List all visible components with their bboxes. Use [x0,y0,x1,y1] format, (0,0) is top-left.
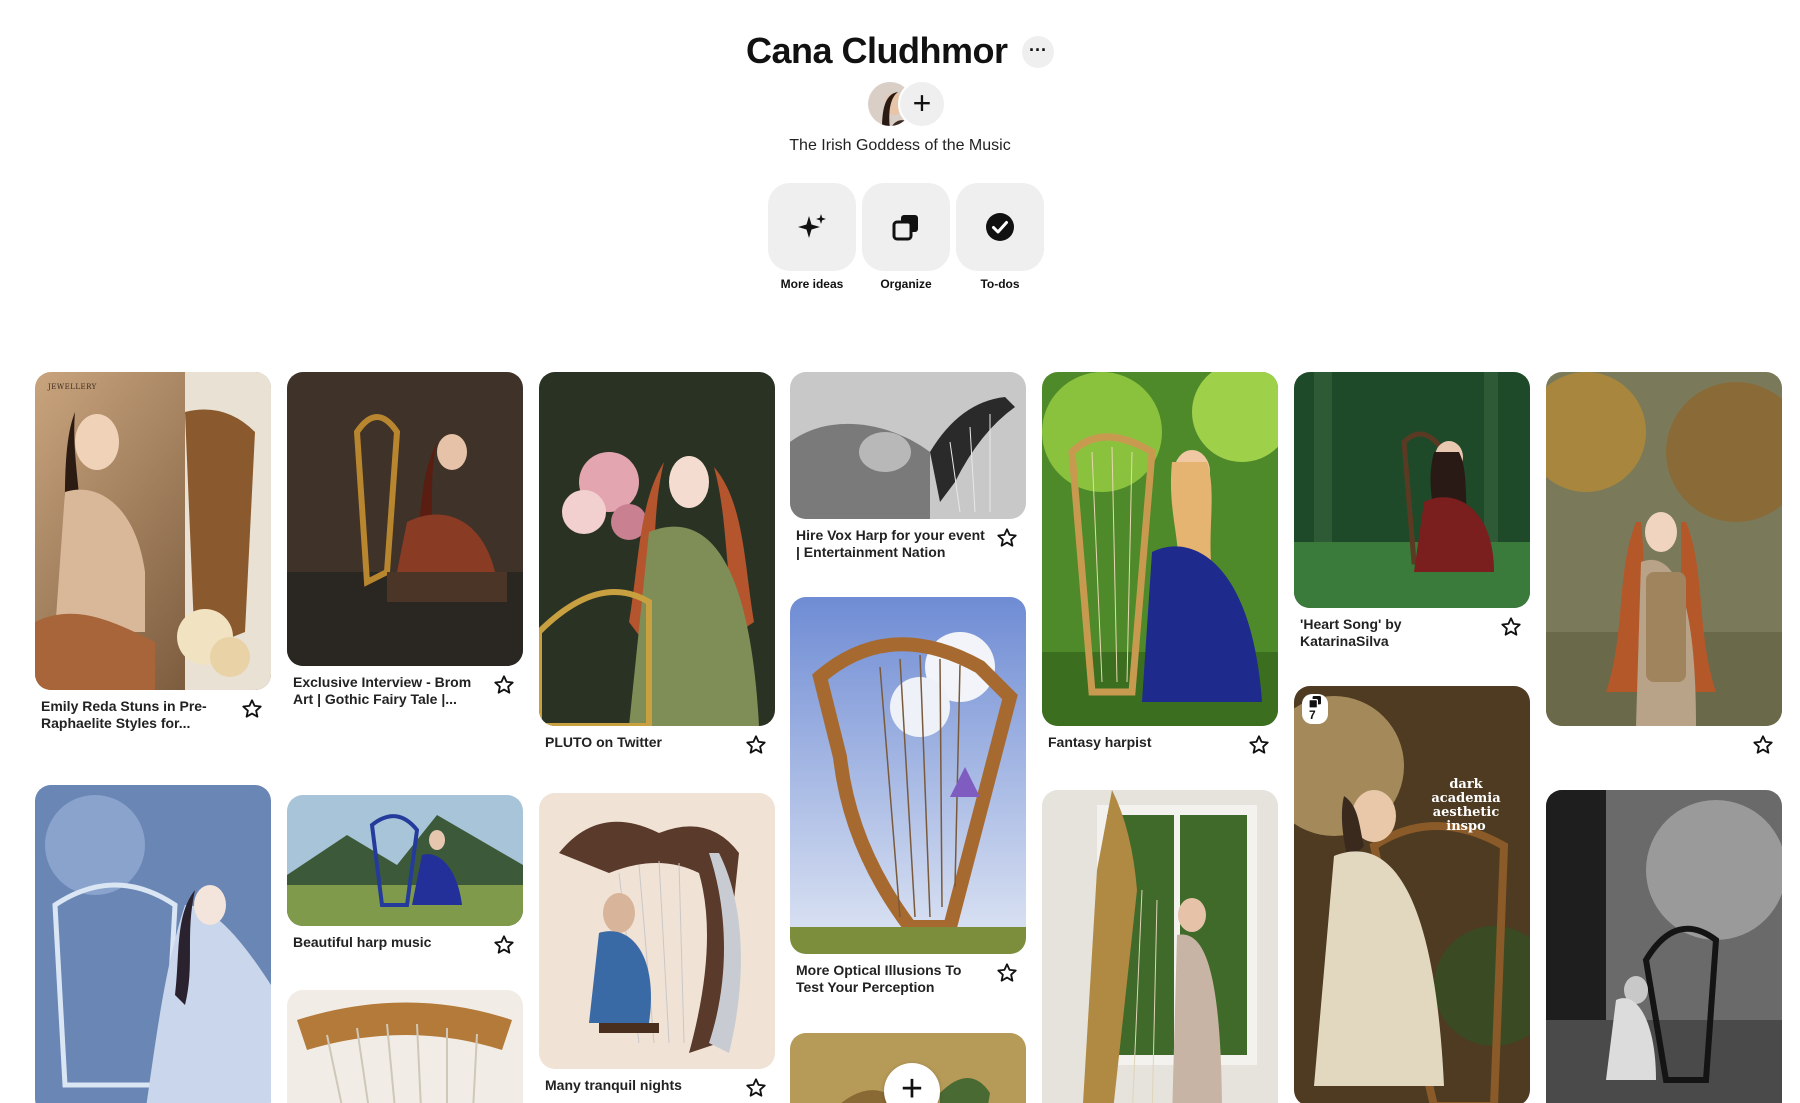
pin-image[interactable] [1042,372,1278,726]
pin-concert-harpist[interactable] [1042,790,1278,1103]
pin-meta [1546,726,1782,754]
pin-emily-reda[interactable]: Emily Reda Stuns in Pre-Raphaelite Style… [35,372,271,732]
pin-blue-fairy[interactable] [35,785,271,1103]
pin-image[interactable] [1294,372,1530,608]
pin-corner-text: JEWELLERY [48,383,97,391]
pin-autumn-harpist[interactable] [1546,372,1782,754]
pin-image[interactable] [790,372,1026,519]
star-icon[interactable] [1500,616,1522,638]
pin-meta: Many tranquil nights [539,1069,775,1097]
pin-tranquil-nights[interactable]: Many tranquil nights [539,793,775,1097]
pin-meta: More Optical Illusions To Test Your Perc… [790,954,1026,996]
pin-caption[interactable]: More Optical Illusions To Test Your Perc… [796,962,986,996]
pin-image[interactable] [287,372,523,666]
pin-overlay-text: dark academia aesthetic inspo [1431,777,1501,834]
pin-add-idea[interactable]: + [790,1033,1026,1103]
pin-image[interactable] [790,597,1026,954]
pin-golden-harp[interactable] [287,990,523,1103]
pin-image[interactable] [287,990,523,1103]
pin-meta: PLUTO on Twitter [539,726,775,754]
pin-meta: Fantasy harpist [1042,726,1278,754]
pin-beautiful-harp-music[interactable]: Beautiful harp music [287,795,523,954]
star-icon[interactable] [745,1077,767,1099]
pin-meta: 'Heart Song' by KatarinaSilva [1294,608,1530,650]
star-icon[interactable] [1248,734,1270,756]
pin-meta: Exclusive Interview - Brom Art | Gothic … [287,666,523,708]
star-icon[interactable] [745,734,767,756]
pin-bw-harp[interactable] [1546,790,1782,1103]
pin-caption[interactable]: PLUTO on Twitter [545,734,735,751]
pin-dark-academia[interactable]: 7 dark academia aesthetic inspo [1294,686,1530,1103]
pin-image[interactable]: + [790,1033,1026,1103]
star-icon[interactable] [493,934,515,956]
pin-pluto[interactable]: PLUTO on Twitter [539,372,775,754]
pin-grid: Emily Reda Stuns in Pre-Raphaelite Style… [0,0,1800,1103]
pin-meta: Hire Vox Harp for your event | Entertain… [790,519,1026,561]
pin-vox-harp[interactable]: Hire Vox Harp for your event | Entertain… [790,372,1026,561]
pin-fantasy-harpist[interactable]: Fantasy harpist [1042,372,1278,754]
pin-image[interactable]: 7 dark academia aesthetic inspo [1294,686,1530,1103]
pin-caption[interactable]: Hire Vox Harp for your event | Entertain… [796,527,986,561]
pin-caption[interactable]: Fantasy harpist [1048,734,1238,751]
pin-count: 7 [1309,708,1316,722]
star-icon[interactable] [241,698,263,720]
star-icon[interactable] [1752,734,1774,756]
pin-image[interactable] [35,372,271,690]
pin-caption[interactable]: Emily Reda Stuns in Pre-Raphaelite Style… [41,698,231,732]
pin-image[interactable] [35,785,271,1103]
star-icon[interactable] [493,674,515,696]
star-icon[interactable] [996,527,1018,549]
pin-caption[interactable]: Exclusive Interview - Brom Art | Gothic … [293,674,483,708]
pin-image[interactable] [287,795,523,926]
pin-caption[interactable]: 'Heart Song' by KatarinaSilva [1300,616,1490,650]
star-icon[interactable] [996,962,1018,984]
pin-image[interactable] [539,372,775,726]
stack-icon [1309,696,1321,708]
pin-optical-illusions[interactable]: More Optical Illusions To Test Your Perc… [790,597,1026,996]
pin-image[interactable] [1546,790,1782,1103]
pin-caption[interactable]: Beautiful harp music [293,934,483,951]
pin-image[interactable] [539,793,775,1069]
pin-meta: Emily Reda Stuns in Pre-Raphaelite Style… [35,690,271,732]
pin-meta: Beautiful harp music [287,926,523,954]
pin-image[interactable] [1546,372,1782,726]
pin-count-badge: 7 [1302,694,1328,724]
pin-heart-song[interactable]: 'Heart Song' by KatarinaSilva [1294,372,1530,650]
pin-brom-art[interactable]: Exclusive Interview - Brom Art | Gothic … [287,372,523,708]
pin-image[interactable] [1042,790,1278,1103]
pin-caption[interactable]: Many tranquil nights [545,1077,735,1094]
